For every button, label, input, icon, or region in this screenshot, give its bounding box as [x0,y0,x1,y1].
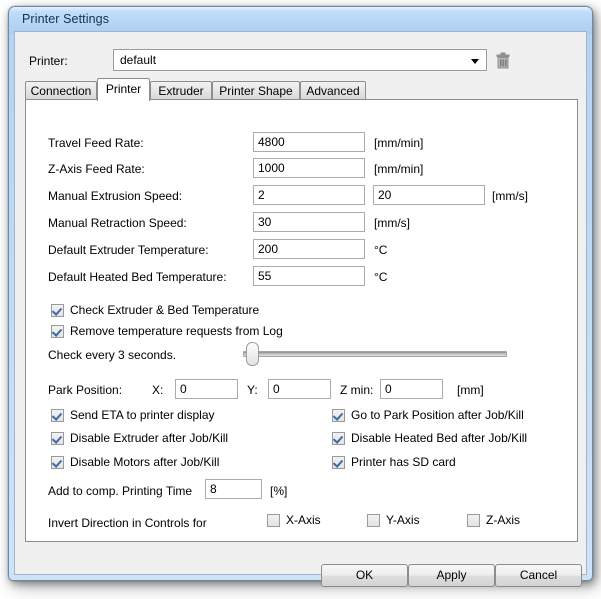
trash-icon[interactable] [496,52,510,69]
tab-advanced[interactable]: Advanced [300,81,366,100]
invert-direction-label: Invert Direction in Controls for [48,516,207,530]
park-position-label: Park Position: [48,383,122,397]
printer-select-value: default [120,53,156,67]
tab-extruder[interactable]: Extruder [150,81,212,100]
default-heated-bed-temperature-label: Default Heated Bed Temperature: [48,270,227,284]
park-position-y-input[interactable]: 0 [268,379,331,399]
printer-settings-window: Printer Settings Printer: default Connec… [8,6,593,581]
z-axis-feed-rate-label: Z-Axis Feed Rate: [48,162,145,176]
cancel-button[interactable]: Cancel [495,564,582,587]
tab-printer-label: Printer [106,82,141,96]
tab-strip: Connection Printer Extruder Printer Shap… [25,78,578,100]
park-position-z-label: Z min: [340,383,373,397]
disable-heated-bed-label: Disable Heated Bed after Job/Kill [351,431,527,445]
printing-time-input[interactable]: 8 [205,479,262,499]
check-extruder-bed-temperature-checkbox[interactable] [51,304,64,317]
check-interval-slider-track[interactable] [243,351,507,357]
manual-extrusion-speed-second-input[interactable]: 20 [373,185,485,205]
z-axis-feed-rate-unit: [mm/min] [374,162,423,176]
printing-time-label: Add to comp. Printing Time [48,484,192,498]
printer-select-dropdown[interactable]: default [113,49,487,71]
go-to-park-position-checkbox[interactable] [332,409,345,422]
disable-motors-label: Disable Motors after Job/Kill [70,455,219,469]
tab-extruder-label: Extruder [158,84,203,98]
printer-has-sd-card-checkbox[interactable] [332,456,345,469]
z-axis-feed-rate-input[interactable]: 1000 [253,158,365,178]
go-to-park-position-label: Go to Park Position after Job/Kill [351,408,524,422]
manual-retraction-speed-input[interactable]: 30 [253,212,365,232]
printing-time-unit: [%] [270,484,287,498]
check-extruder-bed-temperature-label: Check Extruder & Bed Temperature [70,303,259,317]
invert-z-axis-checkbox[interactable] [467,514,480,527]
apply-button[interactable]: Apply [408,564,495,587]
send-eta-label: Send ETA to printer display [70,408,215,422]
remove-temperature-requests-label: Remove temperature requests from Log [70,324,283,338]
park-position-x-input[interactable]: 0 [175,379,238,399]
tab-printer-shape[interactable]: Printer Shape [212,81,300,100]
ok-button[interactable]: OK [321,564,408,587]
travel-feed-rate-label: Travel Feed Rate: [48,136,144,150]
park-position-z-input[interactable]: 0 [380,379,443,399]
remove-temperature-requests-checkbox[interactable] [51,325,64,338]
send-eta-checkbox[interactable] [51,409,64,422]
disable-heated-bed-checkbox[interactable] [332,432,345,445]
manual-retraction-speed-label: Manual Retraction Speed: [48,216,187,230]
manual-extrusion-speed-label: Manual Extrusion Speed: [48,189,182,203]
invert-y-axis-checkbox[interactable] [367,514,380,527]
tab-advanced-label: Advanced [306,84,359,98]
default-extruder-temperature-input[interactable]: 200 [253,239,365,259]
check-interval-label: Check every 3 seconds. [48,348,176,362]
invert-x-axis-checkbox[interactable] [267,514,280,527]
invert-y-axis-label: Y-Axis [386,513,420,527]
printer-select-label: Printer: [29,54,68,68]
disable-motors-checkbox[interactable] [51,456,64,469]
disable-extruder-label: Disable Extruder after Job/Kill [70,431,228,445]
travel-feed-rate-unit: [mm/min] [374,136,423,150]
default-heated-bed-temperature-unit: °C [374,270,387,284]
window-title: Printer Settings [22,12,109,26]
tab-connection-label: Connection [31,84,92,98]
manual-extrusion-speed-input[interactable]: 2 [253,185,365,205]
travel-feed-rate-input[interactable]: 4800 [253,132,365,152]
dialog-client-area: Printer: default Connection Printer [14,31,587,575]
default-extruder-temperature-unit: °C [374,243,387,257]
invert-z-axis-label: Z-Axis [486,513,520,527]
check-interval-slider-thumb[interactable] [246,342,259,366]
tab-printer-shape-label: Printer Shape [219,84,292,98]
printer-has-sd-card-label: Printer has SD card [351,455,456,469]
invert-x-axis-label: X-Axis [286,513,321,527]
park-position-y-label: Y: [247,383,258,397]
chevron-down-icon [471,59,479,64]
default-extruder-temperature-label: Default Extruder Temperature: [48,243,209,257]
default-heated-bed-temperature-input[interactable]: 55 [253,266,365,286]
manual-retraction-speed-unit: [mm/s] [374,216,410,230]
disable-extruder-checkbox[interactable] [51,432,64,445]
manual-extrusion-speed-unit: [mm/s] [492,189,528,203]
park-position-unit: [mm] [457,383,484,397]
park-position-x-label: X: [152,383,163,397]
tab-printer[interactable]: Printer [97,78,150,101]
tab-connection[interactable]: Connection [25,81,97,100]
window-titlebar: Printer Settings [9,7,592,34]
